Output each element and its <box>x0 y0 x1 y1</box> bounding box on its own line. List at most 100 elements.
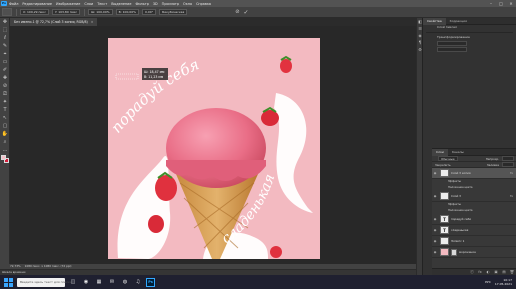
gradient-tool-icon[interactable]: ⎚ <box>0 90 10 98</box>
maximize-button[interactable]: □ <box>496 1 506 6</box>
divider <box>426 32 513 33</box>
width-field[interactable]: Ш: 100,00% <box>88 9 113 15</box>
music-icon[interactable]: ♫ <box>133 277 143 287</box>
menu-image[interactable]: Изображение <box>56 2 80 6</box>
minimize-button[interactable]: – <box>486 1 496 6</box>
adjustment-layer-icon[interactable]: ◐ <box>484 270 492 274</box>
cancel-transform-icon[interactable]: ⊘ <box>235 9 239 15</box>
layer-row[interactable]: ◉ T порадуй себя <box>432 214 516 225</box>
transform-w-input[interactable] <box>437 41 467 46</box>
browser-icon[interactable]: ◉ <box>81 277 91 287</box>
timeline-label[interactable]: Шкала времени <box>2 270 25 274</box>
x-position-field[interactable]: X: 109,29 пикс <box>20 9 49 15</box>
artboard[interactable]: порадуй себя сладенькая Ш: 18,47 мм В: 1… <box>108 38 320 259</box>
text-layer-thumbnail-icon: T <box>440 215 449 223</box>
menu-select[interactable]: Выделение <box>111 2 131 6</box>
chrome-icon[interactable]: ◍ <box>120 277 130 287</box>
lasso-tool-icon[interactable]: ℓ <box>0 34 10 42</box>
strawberry-bottom-right <box>270 246 282 258</box>
close-button[interactable]: ✕ <box>506 1 516 6</box>
lock-label: Закрепить <box>435 162 451 167</box>
layer-name: Эллипс 1 <box>451 239 465 243</box>
layer-kind-label: Слой пиксел <box>437 25 457 29</box>
visibility-eye-icon[interactable]: ◉ <box>432 228 438 232</box>
add-mask-icon[interactable]: ▣ <box>492 270 500 274</box>
tool-preset-picker[interactable] <box>2 8 12 16</box>
visibility-eye-icon[interactable]: ◉ <box>432 239 438 243</box>
transform-box[interactable] <box>115 73 139 80</box>
delete-layer-icon[interactable]: 🗑 <box>508 270 516 274</box>
menu-type[interactable]: Текст <box>97 2 107 6</box>
hand-tool-icon[interactable]: ✋ <box>0 130 10 138</box>
layer-fx-icon[interactable]: fx <box>510 194 513 198</box>
layer-row[interactable]: ◉ Слой 3 fx <box>432 191 516 202</box>
add-style-icon[interactable]: fx <box>476 270 484 274</box>
visibility-eye-icon[interactable]: ◉ <box>432 217 438 221</box>
tab-layers[interactable]: Слои <box>432 148 448 156</box>
tab-properties[interactable]: Свойства <box>423 17 446 25</box>
zoom-tool-icon[interactable]: ⌕ <box>0 138 10 146</box>
menu-help[interactable]: Справка <box>196 2 211 6</box>
brush-tool-icon[interactable]: ✐ <box>0 66 10 74</box>
type-tool-icon[interactable]: T <box>0 106 10 114</box>
document-tab-title: Без имени-1 @ 72,7% (Слой 3 копия, RGB/8… <box>14 20 88 24</box>
visibility-eye-icon[interactable]: ◉ <box>432 250 438 254</box>
healing-tool-icon[interactable]: ✚ <box>0 74 10 82</box>
photoshop-logo[interactable]: Ps <box>1 1 7 6</box>
layer-row[interactable]: ◉ Эллипс 1 <box>432 236 516 247</box>
path-select-tool-icon[interactable]: ↖ <box>0 114 10 122</box>
height-field[interactable]: В: 100,00% <box>115 9 139 15</box>
commit-transform-icon[interactable]: ✓ <box>244 9 249 16</box>
layer-row[interactable]: ◉ T сладенькая <box>432 225 516 236</box>
interpolation-select[interactable]: Бикубическая <box>159 9 188 15</box>
visibility-eye-icon[interactable]: ◉ <box>432 194 438 198</box>
visibility-eye-icon[interactable]: ◉ <box>432 171 438 175</box>
crop-tool-icon[interactable]: ⌖ <box>0 50 10 58</box>
transform-x-input[interactable] <box>437 47 467 52</box>
marquee-tool-icon[interactable]: ⬚ <box>0 26 10 34</box>
strawberry-bottom <box>148 215 164 233</box>
close-tab-icon[interactable]: × <box>91 20 94 24</box>
new-layer-icon[interactable]: ▤ <box>500 270 508 274</box>
task-view-icon[interactable]: ◫ <box>68 277 78 287</box>
menu-layers[interactable]: Слои <box>84 2 93 6</box>
layer-row[interactable]: ◉ мороженое <box>432 247 516 258</box>
angle-field[interactable]: 0,00° <box>141 9 157 15</box>
menu-3d[interactable]: 3D <box>153 2 158 6</box>
menu-edit[interactable]: Редактирование <box>22 2 52 6</box>
keyboard-language[interactable]: РУС <box>485 280 491 284</box>
quick-select-tool-icon[interactable]: ✎ <box>0 42 10 50</box>
layers-panel: Слои Каналы Обычные Непрозр. Закрепить З… <box>432 148 516 275</box>
foreground-color-swatch[interactable] <box>1 155 6 160</box>
menu-file[interactable]: Файл <box>9 2 18 6</box>
layer-mask-thumbnail[interactable] <box>451 248 457 256</box>
layer-name: Слой 3 копия <box>451 171 471 175</box>
pen-tool-icon[interactable]: ✦ <box>0 98 10 106</box>
photoshop-taskbar-icon[interactable]: Ps <box>146 277 155 287</box>
taskbar-search-input[interactable]: Введите здесь текст для поиска <box>17 277 72 287</box>
more-tools-icon[interactable]: … <box>0 146 10 154</box>
frame-tool-icon[interactable]: ▭ <box>0 58 10 66</box>
eraser-tool-icon[interactable]: ⊘ <box>0 82 10 90</box>
menu-filter[interactable]: Фильтр <box>135 2 148 6</box>
link-layers-icon[interactable]: ⓕ <box>468 270 476 275</box>
mail-icon[interactable]: ✉ <box>107 277 117 287</box>
layers-footer: ⓕ fx ◐ ▣ ▤ 🗑 <box>432 268 516 275</box>
shape-tool-icon[interactable]: ▢ <box>0 122 10 130</box>
file-explorer-icon[interactable]: ▦ <box>94 277 104 287</box>
y-position-field[interactable]: Y: 103,80 пикс <box>51 9 81 15</box>
tab-channels[interactable]: Каналы <box>448 149 468 156</box>
opacity-input[interactable] <box>502 156 514 161</box>
move-tool-icon[interactable]: ✥ <box>0 18 10 26</box>
blend-mode-select[interactable]: Обычные <box>438 156 458 161</box>
system-tray[interactable]: РУС 10:17 17.05.2021 <box>485 278 512 286</box>
fill-input[interactable] <box>502 162 514 167</box>
windows-start-icon[interactable] <box>4 277 13 287</box>
document-tab[interactable]: Без имени-1 @ 72,7% (Слой 3 копия, RGB/8… <box>10 18 98 26</box>
menu-window[interactable]: Окно <box>183 2 192 6</box>
layer-row[interactable]: ◉ Слой 3 копия fx <box>432 168 516 179</box>
menu-view[interactable]: Просмотр <box>162 2 179 6</box>
tab-adjustments[interactable]: Коррекция <box>446 18 471 25</box>
layer-fx-icon[interactable]: fx <box>510 171 513 175</box>
color-swatches[interactable] <box>0 154 10 164</box>
